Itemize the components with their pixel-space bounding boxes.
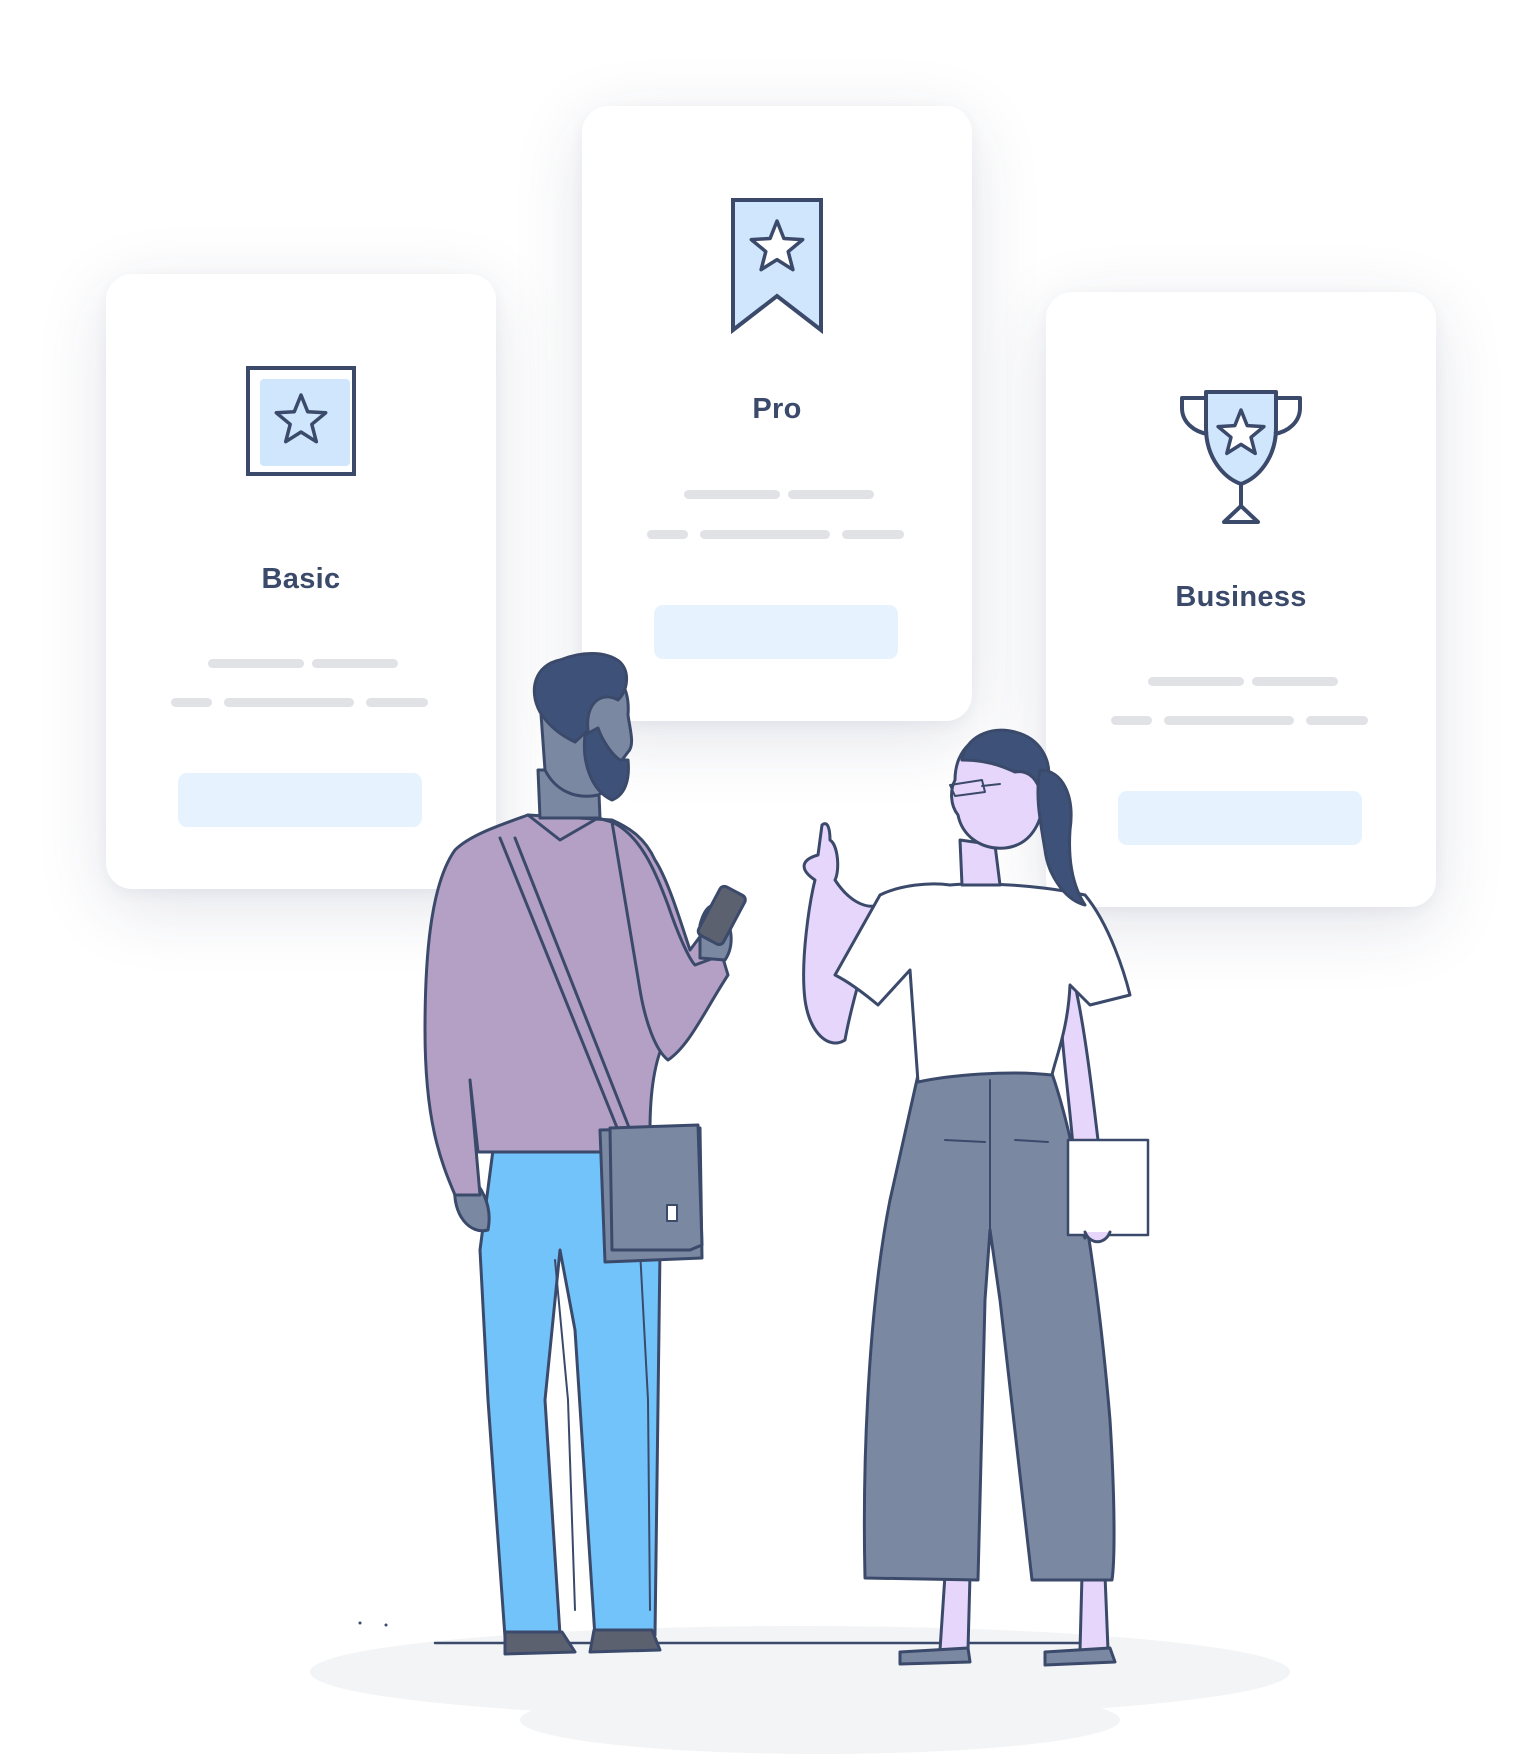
man-figure: [423, 652, 747, 1656]
floor-shadow: [310, 1626, 1290, 1754]
woman-figure: [802, 728, 1150, 1667]
people-illustration: [310, 652, 1290, 1754]
